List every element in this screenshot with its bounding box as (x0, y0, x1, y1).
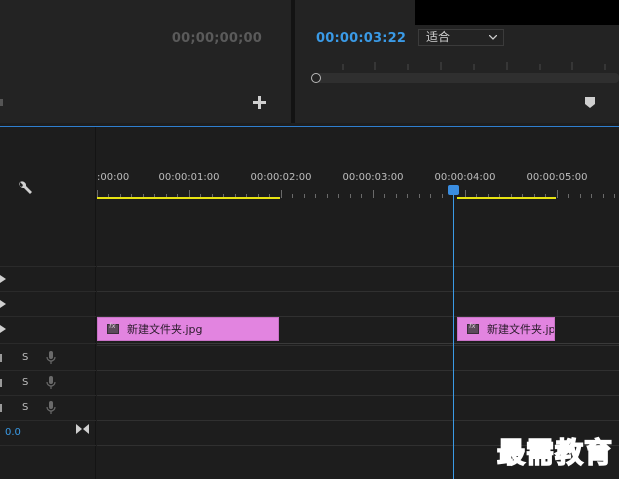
track-header-divider (0, 291, 96, 292)
program-video-frame (415, 0, 619, 25)
source-timecode[interactable]: 00;00;00;00 (172, 31, 262, 46)
playhead-handle[interactable] (448, 185, 459, 195)
track-divider (97, 420, 619, 421)
track-header-divider (0, 445, 96, 446)
scroll-stub[interactable] (0, 99, 3, 106)
video-clip[interactable]: 新建文件夹.jpg (97, 317, 279, 341)
track-divider (97, 395, 619, 396)
zoom-level-select[interactable]: 适合 (418, 29, 504, 46)
watermark-text: 最需教育 (496, 435, 614, 470)
solo-button[interactable]: S (22, 402, 28, 413)
clip-name: 新建文件夹.jp (487, 323, 555, 336)
track-header-divider (0, 266, 96, 267)
scrub-handle[interactable] (311, 73, 321, 83)
add-marker-icon[interactable] (585, 97, 595, 108)
wrench-icon[interactable] (17, 180, 33, 196)
program-mini-ruler (342, 62, 606, 70)
solo-button[interactable]: S (22, 377, 28, 388)
video-clip[interactable]: 新建文件夹.jp (457, 317, 555, 341)
track-divider (97, 345, 619, 346)
microphone-icon[interactable] (46, 351, 56, 364)
track-divider (97, 291, 619, 292)
work-area-bar[interactable] (97, 197, 280, 199)
program-scrub-bar[interactable] (316, 73, 619, 83)
ruler-label: 00:00:04:00 (434, 172, 496, 183)
microphone-icon[interactable] (46, 401, 56, 414)
track-divider (97, 343, 619, 344)
chevron-right-icon[interactable] (0, 325, 6, 333)
fx-badge-icon (107, 322, 119, 334)
solo-button[interactable]: S (22, 352, 28, 363)
track-header-divider (0, 316, 96, 317)
fx-badge-icon (467, 322, 479, 334)
track-header-divider (0, 343, 96, 344)
ruler-label: :00:00 (97, 172, 130, 183)
program-timecode[interactable]: 00:00:03:22 (316, 31, 406, 46)
chevron-down-icon (489, 35, 497, 40)
clip-name: 新建文件夹.jpg (127, 323, 203, 336)
mute-button[interactable] (0, 404, 2, 412)
microphone-icon[interactable] (46, 376, 56, 389)
track-header-divider (0, 420, 96, 421)
track-header-divider (0, 370, 96, 371)
ruler-label: 00:00:03:00 (342, 172, 404, 183)
playhead-line (453, 194, 454, 479)
chevron-right-icon[interactable] (0, 300, 6, 308)
master-volume-value[interactable]: 0.0 (5, 427, 21, 438)
ruler-label: 00:00:05:00 (526, 172, 588, 183)
track-divider (97, 370, 619, 371)
work-area-bar[interactable] (457, 197, 556, 199)
ruler-label: 00:00:02:00 (250, 172, 312, 183)
mute-button[interactable] (0, 354, 2, 362)
track-divider (97, 266, 619, 267)
plus-icon[interactable] (253, 96, 266, 109)
zoom-level-value: 适合 (426, 30, 451, 44)
track-header-divider (0, 395, 96, 396)
go-to-in-out-icon[interactable] (76, 424, 89, 434)
chevron-right-icon[interactable] (0, 275, 6, 283)
ruler-label: 00:00:01:00 (158, 172, 220, 183)
source-monitor-panel (0, 0, 291, 123)
mute-button[interactable] (0, 379, 2, 387)
